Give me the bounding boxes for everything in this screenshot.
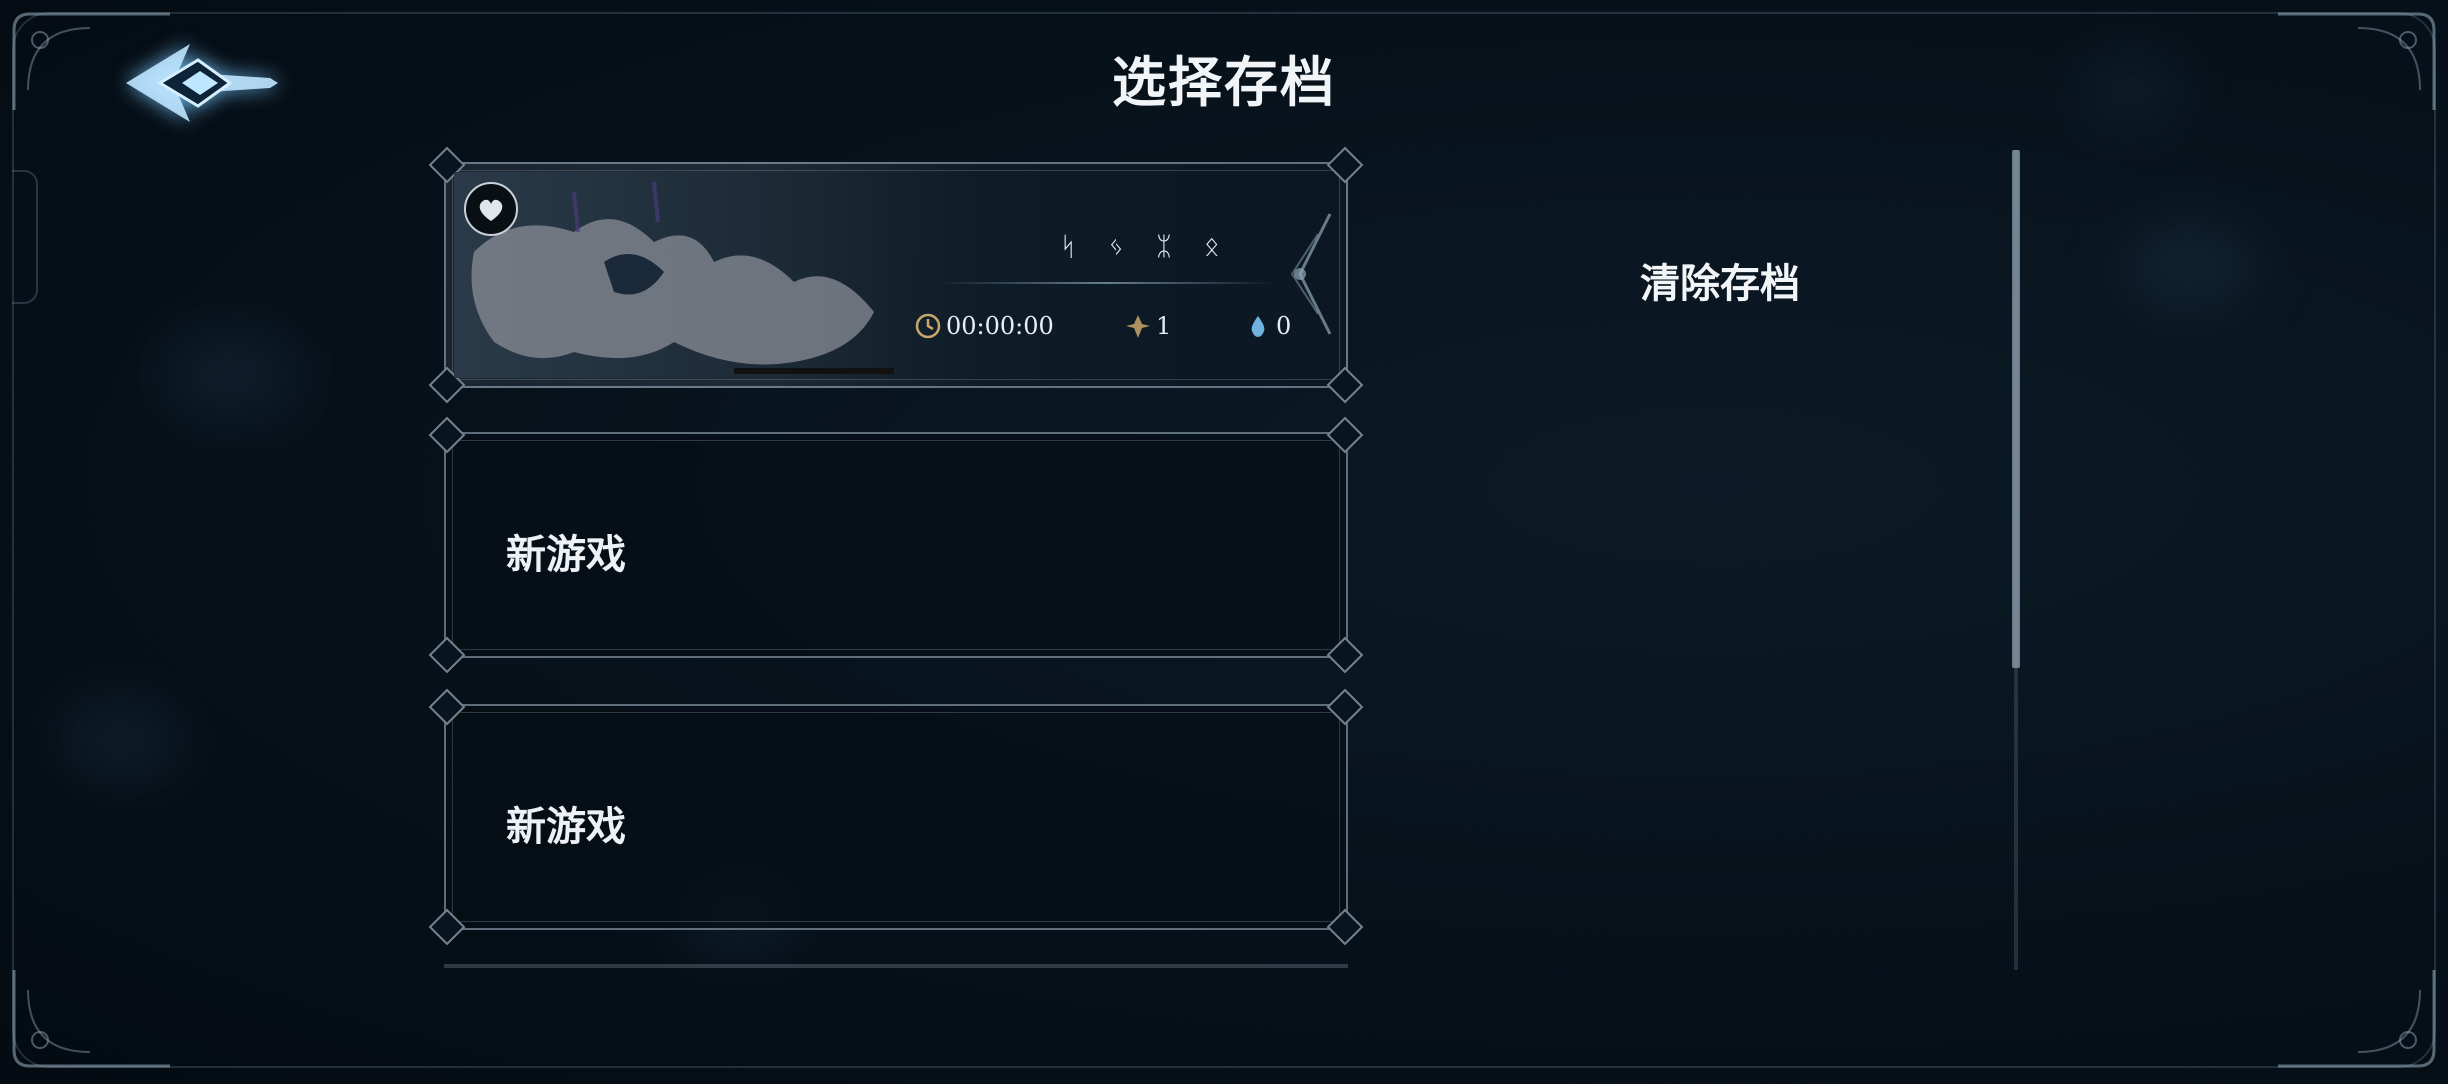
scrollbar-thumb[interactable] bbox=[2012, 150, 2020, 668]
playtime-stat: 00:00:00 bbox=[914, 312, 1054, 340]
heart-badge-icon bbox=[464, 182, 518, 236]
slot-emblem-icon bbox=[1270, 204, 1340, 344]
save-stats: 00:00:00 1 0 bbox=[914, 312, 1314, 348]
save-runes: ᛋ ᛃ ᛯ ᛟ bbox=[1060, 232, 1232, 262]
side-notch bbox=[12, 170, 38, 304]
new-game-label: 新游戏 bbox=[506, 531, 626, 578]
save-map-thumbnail bbox=[454, 172, 974, 378]
level-stat: 1 bbox=[1124, 312, 1171, 340]
save-slot-1[interactable]: ᛋ ᛃ ᛯ ᛟ 00:00:00 1 0 bbox=[428, 146, 1364, 404]
next-slot-edge bbox=[444, 964, 1348, 968]
save-slot-2[interactable]: 新游戏 bbox=[428, 416, 1364, 674]
corner-ornament-bl bbox=[0, 960, 180, 1080]
corner-ornament-br bbox=[2268, 960, 2448, 1080]
level-value: 1 bbox=[1156, 312, 1172, 340]
page-title: 选择存档 bbox=[1112, 50, 1336, 114]
slot-divider bbox=[936, 282, 1276, 284]
new-game-label: 新游戏 bbox=[506, 803, 626, 850]
playtime-value: 00:00:00 bbox=[946, 312, 1054, 340]
clock-icon bbox=[915, 313, 941, 339]
water-drop-icon bbox=[1251, 316, 1265, 337]
crest-icon bbox=[1126, 315, 1150, 338]
save-slot-3[interactable]: 新游戏 bbox=[428, 688, 1364, 946]
clear-save-button[interactable]: 清除存档 bbox=[1620, 254, 1820, 314]
